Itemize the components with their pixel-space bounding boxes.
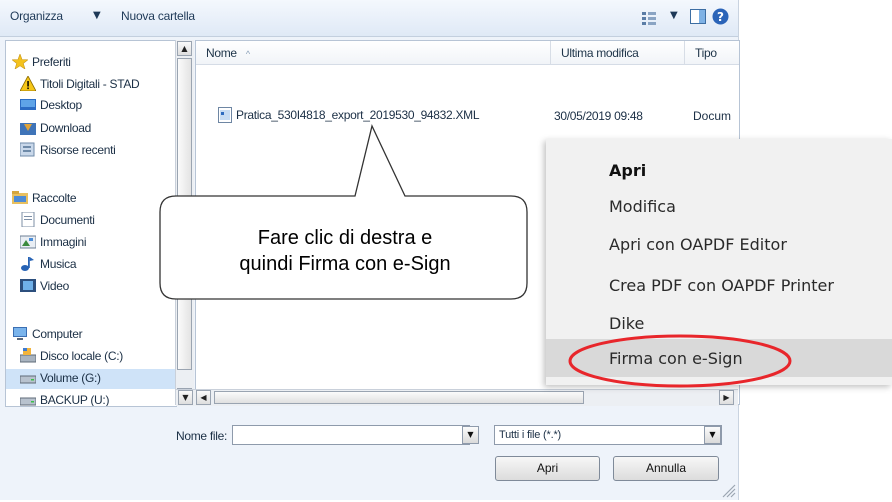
highlight-circle	[568, 334, 792, 388]
callout-line-1: Fare clic di destra e	[257, 227, 433, 249]
callout-text: Fare clic di destra e quindi Firma con e…	[160, 225, 530, 277]
callout-line-2: quindi Firma con e-Sign	[239, 253, 451, 275]
